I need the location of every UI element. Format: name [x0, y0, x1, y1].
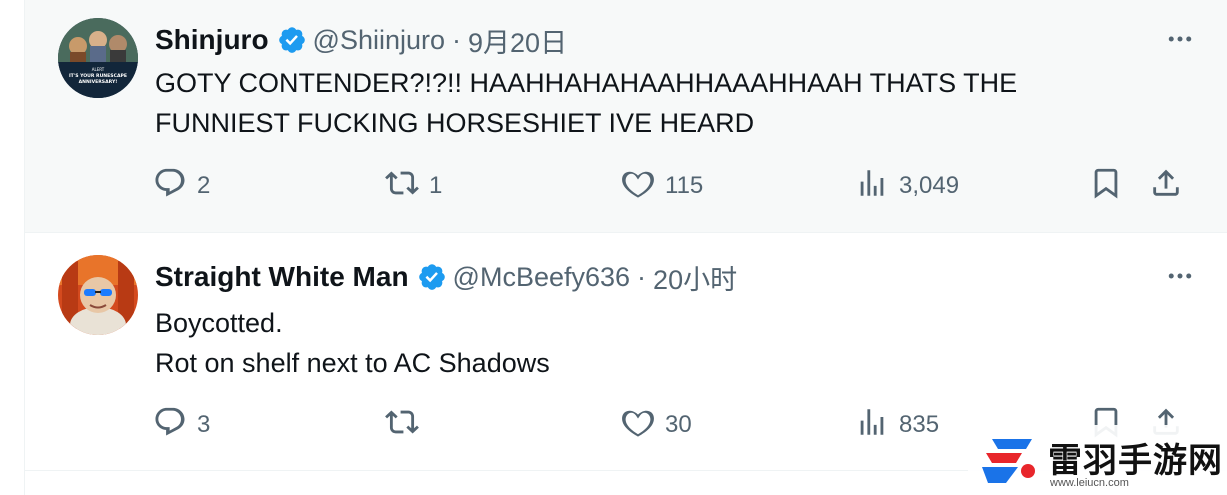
tweet-text-line: Rot on shelf next to AC Shadows	[155, 348, 550, 378]
avatar[interactable]	[58, 255, 138, 335]
bookmark-button[interactable]	[1089, 166, 1123, 206]
handle[interactable]: @McBeefy636	[453, 262, 631, 293]
like-icon	[621, 405, 655, 446]
more-icon[interactable]	[1160, 19, 1200, 59]
avatar[interactable]: ALERT IT'S YOUR RUNESCAPE ANNIVERSARY!	[58, 18, 138, 98]
display-name[interactable]: Straight White Man	[155, 261, 409, 293]
like-button[interactable]: 30	[621, 405, 692, 445]
views-icon	[855, 405, 889, 446]
bookmark-icon	[1089, 166, 1123, 207]
reply-count: 3	[197, 411, 211, 438]
timestamp[interactable]: 9月20日	[468, 21, 567, 60]
like-count: 115	[665, 172, 704, 199]
watermark: 雷羽手游网 www.leiucn.com	[968, 425, 1227, 495]
reply-count: 2	[197, 172, 211, 199]
reply-button[interactable]: 2	[153, 166, 210, 206]
reply-button[interactable]: 3	[153, 405, 210, 445]
tweet-text: GOTY CONTENDER?!?!! HAAHHAHAHAAHHAAAHHAA…	[155, 63, 1155, 143]
reply-icon	[153, 166, 187, 207]
retweet-button[interactable]	[385, 405, 429, 445]
more-icon[interactable]	[1160, 256, 1200, 296]
like-button[interactable]: 115	[621, 166, 703, 206]
svg-text:IT'S YOUR RUNESCAPE: IT'S YOUR RUNESCAPE	[69, 73, 127, 79]
tweet-text: Boycotted. Rot on shelf next to AC Shado…	[155, 303, 550, 383]
view-count: 3,049	[899, 172, 960, 199]
tweet[interactable]: ALERT IT'S YOUR RUNESCAPE ANNIVERSARY! S…	[25, 0, 1227, 233]
share-button[interactable]	[1149, 166, 1183, 206]
like-count: 30	[665, 411, 692, 438]
retweet-button[interactable]: 1	[385, 166, 442, 206]
handle[interactable]: @Shiinjuro	[313, 25, 445, 56]
retweet-count: 1	[429, 172, 443, 199]
retweet-icon	[385, 166, 419, 207]
views-button[interactable]: 3,049	[855, 166, 959, 206]
watermark-text: 雷羽手游网	[1048, 441, 1223, 481]
verified-badge-icon[interactable]	[417, 262, 447, 292]
like-icon	[621, 166, 655, 207]
svg-text:ALERT: ALERT	[92, 67, 105, 72]
verified-badge-icon[interactable]	[277, 25, 307, 55]
tweet-text-line: GOTY CONTENDER?!?!! HAAHHAHAHAAHHAAAHHAA…	[155, 68, 1018, 98]
watermark-logo-icon	[978, 433, 1042, 487]
reply-icon	[153, 405, 187, 446]
watermark-url: www.leiucn.com	[1050, 477, 1129, 489]
views-button[interactable]: 835	[855, 405, 939, 445]
views-icon	[855, 166, 889, 207]
separator: ·	[637, 261, 647, 292]
view-count: 835	[899, 411, 940, 438]
action-bar: 2 1 115 3,049	[153, 166, 1193, 206]
tweet-header: Shinjuro @Shiinjuro · 9月20日	[155, 21, 567, 60]
separator: ·	[452, 24, 462, 55]
retweet-icon	[385, 405, 419, 446]
timestamp[interactable]: 20小时	[653, 258, 737, 297]
timeline: ALERT IT'S YOUR RUNESCAPE ANNIVERSARY! S…	[24, 0, 1227, 495]
display-name[interactable]: Shinjuro	[155, 24, 269, 56]
svg-text:ANNIVERSARY!: ANNIVERSARY!	[79, 79, 118, 85]
tweet-header: Straight White Man @McBeefy636 · 20小时	[155, 258, 737, 297]
share-icon	[1149, 166, 1183, 207]
tweet-text-line: Boycotted.	[155, 308, 283, 338]
tweet-text-line: FUNNIEST FUCKING HORSESHIET IVE HEARD	[155, 108, 755, 138]
